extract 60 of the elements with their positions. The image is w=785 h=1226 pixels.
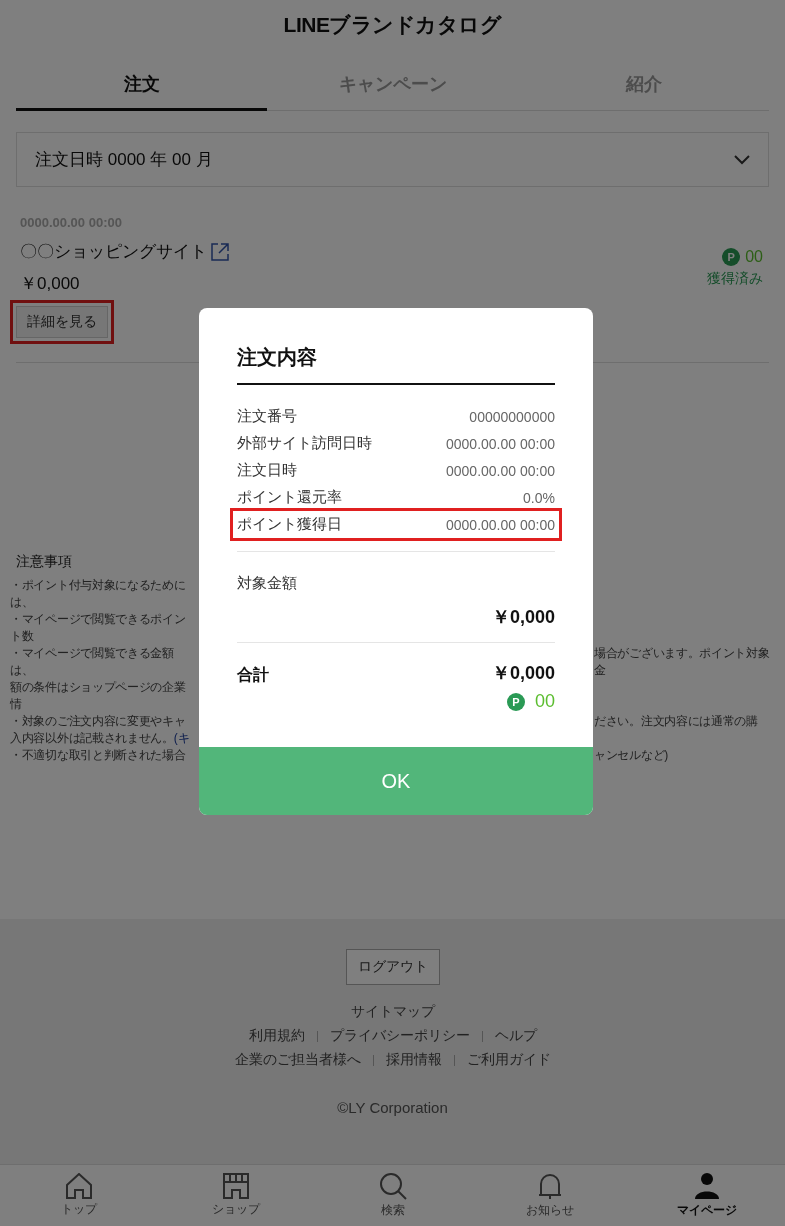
note-text: ・マイページで閲覧できる金額は、 — [10, 646, 174, 677]
note-text: 額の条件はショップページの企業情 — [10, 680, 186, 711]
shop-name[interactable]: 〇〇ショッピングサイト — [20, 240, 207, 263]
app-title: LINEブランドカタログ — [283, 13, 502, 36]
note-text: ・対象のご注文内容に変更やキャ — [10, 714, 186, 728]
footer-link[interactable]: ヘルプ — [494, 1027, 537, 1045]
nav-item[interactable]: マイページ — [628, 1165, 785, 1226]
note-text: 入内容以外は記載されません。 — [10, 731, 174, 745]
footer-link[interactable]: 利用規約 — [248, 1027, 305, 1045]
footer-link[interactable]: プライバシーポリシー — [329, 1027, 470, 1045]
detail-value: 0000.00.00 00:00 — [446, 516, 555, 533]
nav-item[interactable]: 検索 — [314, 1165, 471, 1226]
nav-item[interactable]: ショップ — [157, 1165, 314, 1226]
home-icon — [64, 1173, 93, 1199]
target-amount-label: 対象金額 — [237, 574, 298, 593]
modal-title: 注文内容 — [237, 344, 555, 385]
detail-label: ポイント還元率 — [237, 488, 342, 507]
chevron-down-icon[interactable] — [734, 154, 750, 165]
point-count: 00 — [745, 248, 763, 266]
detail-label: ポイント獲得日 — [237, 515, 342, 534]
note-text: ださい。注文内容には通常の購 — [594, 713, 759, 730]
detail-button[interactable]: 詳細を見る — [16, 306, 108, 338]
order-price: ￥0,000 — [20, 273, 80, 295]
month-select-label[interactable]: 注文日時 0000 年 00 月 — [35, 148, 213, 171]
point-icon: P — [506, 692, 525, 711]
logout-button[interactable]: ログアウト — [345, 949, 440, 985]
nav-item[interactable]: お知らせ — [471, 1165, 628, 1226]
ok-button[interactable]: OK — [199, 747, 593, 815]
note-text: ャンセルなど) — [594, 747, 669, 764]
detail-label: 注文番号 — [237, 407, 297, 426]
search-icon — [378, 1172, 407, 1200]
footer-link[interactable]: 採用情報 — [385, 1051, 442, 1069]
note-text: ・マイページで閲覧できるポイント数 — [10, 612, 186, 643]
person-icon — [692, 1172, 721, 1200]
detail-value: 0.0% — [523, 489, 555, 506]
note-text: ・不適切な取引と判断された場合 — [10, 748, 186, 762]
note-text: 場合がございます。ポイント対象金 — [594, 645, 771, 679]
nav-item[interactable]: トップ — [0, 1165, 157, 1226]
detail-value: 0000.00.00 00:00 — [446, 435, 555, 452]
note-text: ・ポイント付与対象になるためには、 — [10, 578, 186, 609]
total-amount: ￥0,000 — [491, 662, 555, 685]
tab[interactable]: 注文 — [16, 60, 267, 111]
storefront-icon — [221, 1173, 250, 1199]
detail-label: 注文日時 — [237, 461, 297, 480]
total-points: 00 — [534, 691, 555, 712]
point-status: 獲得済み — [707, 270, 763, 288]
copyright-text: ©LY Corporation — [337, 1099, 448, 1116]
bell-icon — [537, 1172, 562, 1200]
note-link[interactable]: (キ — [173, 731, 190, 745]
notes-title: 注意事項 — [16, 553, 73, 571]
point-icon: P — [722, 248, 741, 266]
detail-label: 外部サイト訪問日時 — [237, 434, 372, 453]
detail-value: 00000000000 — [469, 408, 555, 425]
footer-link[interactable]: 企業のご担当者様へ — [234, 1051, 361, 1069]
footer-link[interactable]: ご利用ガイド — [466, 1051, 551, 1069]
detail-value: 0000.00.00 00:00 — [446, 462, 555, 479]
external-link-icon[interactable] — [211, 242, 229, 261]
footer-link[interactable]: サイトマップ — [350, 1003, 435, 1021]
target-amount: ￥0,000 — [491, 606, 555, 629]
total-label: 合計 — [237, 665, 269, 685]
